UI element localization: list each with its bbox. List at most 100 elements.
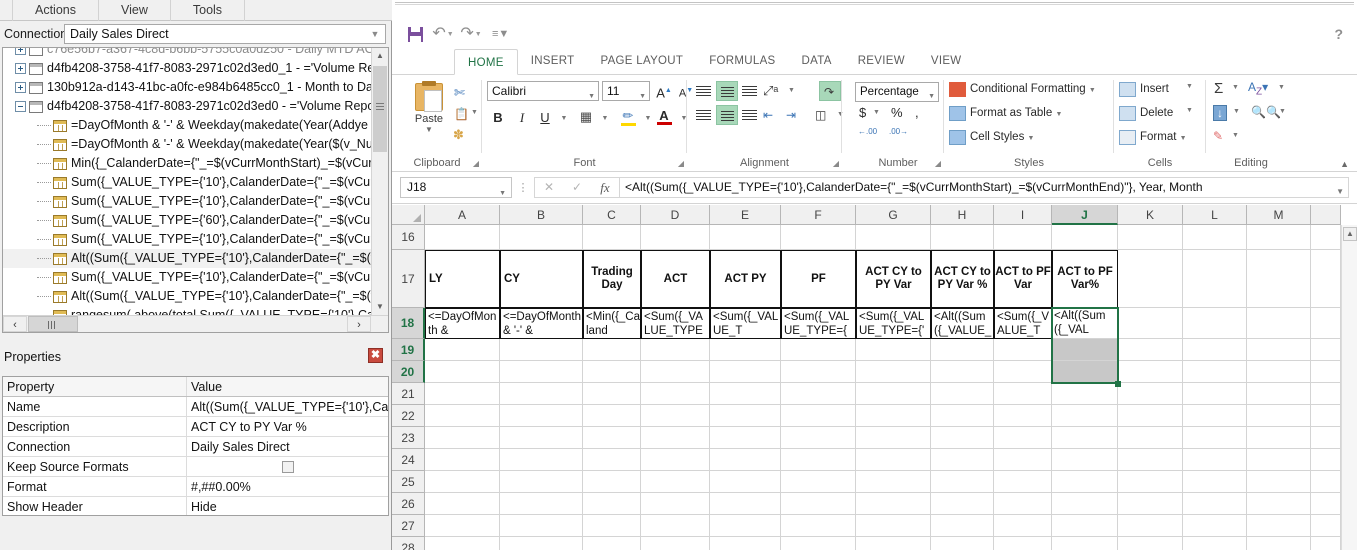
cell-d25[interactable] (641, 471, 710, 493)
cell-f27[interactable] (781, 515, 856, 537)
cell-n20[interactable] (1311, 361, 1341, 383)
cell-g21[interactable] (856, 383, 931, 405)
row-header-27[interactable]: 27 (392, 515, 425, 537)
autosum-icon[interactable]: Σ (1214, 80, 1223, 97)
align-right-button[interactable] (739, 105, 761, 125)
increase-font-size-button[interactable]: A▲ (653, 80, 675, 102)
format-painter-icon[interactable]: ✽ (453, 127, 464, 143)
property-value[interactable]: #,##0.00% (187, 477, 388, 496)
cell-h27[interactable] (931, 515, 994, 537)
cell-j18[interactable]: <Alt((Sum({_VAL (1052, 308, 1118, 339)
wrap-text-icon[interactable]: ↷ (819, 81, 841, 101)
chevron-down-icon[interactable]: ▼ (1089, 87, 1096, 94)
cell-e24[interactable] (710, 449, 781, 471)
tab-view[interactable]: VIEW (918, 48, 975, 74)
cell-b21[interactable] (500, 383, 583, 405)
cell-k17[interactable] (1118, 250, 1183, 308)
cell-g27[interactable] (856, 515, 931, 537)
cell-g16[interactable] (856, 225, 931, 250)
cell-j28[interactable] (1052, 537, 1118, 550)
cell-f20[interactable] (781, 361, 856, 383)
cell-i25[interactable] (994, 471, 1052, 493)
close-icon[interactable]: ✖ (368, 348, 383, 363)
chevron-down-icon[interactable]: ▼ (499, 184, 506, 203)
fill-down-icon[interactable]: ↓ (1213, 105, 1227, 121)
cell-k25[interactable] (1118, 471, 1183, 493)
row-header-21[interactable]: 21 (392, 383, 425, 405)
cell-b23[interactable] (500, 427, 583, 449)
scroll-down-icon[interactable]: ▼ (372, 299, 388, 315)
tree-item[interactable]: Sum({_VALUE_TYPE={'60'},CalanderDate={"_… (3, 211, 371, 230)
chevron-down-icon[interactable]: ▼ (1336, 182, 1344, 197)
cut-icon[interactable]: ✄ (454, 85, 465, 101)
cell-a26[interactable] (425, 493, 500, 515)
tree-horizontal-scrollbar[interactable]: ‹ › (3, 315, 388, 332)
menu-item-tools[interactable]: Tools (171, 0, 246, 21)
cell-c21[interactable] (583, 383, 641, 405)
confirm-icon[interactable]: ✓ (563, 178, 591, 197)
font-size-input[interactable]: 11 ▼ (602, 81, 650, 101)
chevron-down-icon[interactable]: ▼ (873, 109, 880, 116)
cell-f26[interactable] (781, 493, 856, 515)
cell-d27[interactable] (641, 515, 710, 537)
row-header-25[interactable]: 25 (392, 471, 425, 493)
tab-data[interactable]: DATA (789, 48, 845, 74)
cell-j27[interactable] (1052, 515, 1118, 537)
cell-a28[interactable] (425, 537, 500, 550)
cell-b17[interactable]: CY (500, 250, 583, 308)
cell-m17[interactable] (1247, 250, 1311, 308)
cell-f18[interactable]: <Sum({_VALUE_TYPE={ (781, 308, 856, 339)
cell-h28[interactable] (931, 537, 994, 550)
connection-select[interactable]: Daily Sales Direct ▼ (64, 24, 386, 44)
currency-format-button[interactable]: $ (859, 105, 866, 120)
cell-b20[interactable] (500, 361, 583, 383)
cell-h22[interactable] (931, 405, 994, 427)
increase-indent-icon[interactable]: ⇥ (786, 105, 808, 125)
tab-formulas[interactable]: FORMULAS (696, 48, 788, 74)
tree-item[interactable]: c76e56b7-a367-4c8d-b6bb-5755c0a0d250 - D… (3, 48, 371, 59)
scrollbar-thumb[interactable] (373, 66, 387, 152)
cell-k23[interactable] (1118, 427, 1183, 449)
cell-j17[interactable]: ACT to PF Var% (1052, 250, 1118, 308)
cell-f25[interactable] (781, 471, 856, 493)
chevron-down-icon[interactable]: ▼ (788, 83, 810, 103)
cell-h26[interactable] (931, 493, 994, 515)
number-format-select[interactable]: Percentage ▼ (855, 82, 939, 102)
chevron-down-icon[interactable]: ▼ (1278, 84, 1285, 91)
align-middle-button[interactable] (716, 81, 738, 101)
column-header-e[interactable]: E (710, 205, 781, 225)
cell-b18[interactable]: <=DayOfMonth & '-' & (500, 308, 583, 339)
cell-k27[interactable] (1118, 515, 1183, 537)
cell-d20[interactable] (641, 361, 710, 383)
tree-item[interactable]: Sum({_VALUE_TYPE={'10'},CalanderDate={"_… (3, 230, 371, 249)
decrease-indent-icon[interactable]: ⇤ (763, 105, 785, 125)
cell-n18[interactable] (1311, 308, 1341, 339)
tree-item[interactable]: 130b912a-d143-41bc-a0fc-e984b6485cc0_1 -… (3, 78, 371, 97)
tab-home[interactable]: HOME (454, 49, 518, 75)
cell-i28[interactable] (994, 537, 1052, 550)
cell-b16[interactable] (500, 225, 583, 250)
cell-d24[interactable] (641, 449, 710, 471)
cell-l23[interactable] (1183, 427, 1247, 449)
chevron-down-icon[interactable]: ▼ (588, 88, 595, 106)
row-header-28[interactable]: 28 (392, 537, 425, 550)
formula-input[interactable]: <Alt((Sum({_VALUE_TYPE={'10'},CalanderDa… (619, 177, 1349, 198)
cell-b28[interactable] (500, 537, 583, 550)
cell-c23[interactable] (583, 427, 641, 449)
cell-m28[interactable] (1247, 537, 1311, 550)
cell-i27[interactable] (994, 515, 1052, 537)
cell-g20[interactable] (856, 361, 931, 383)
cell-l19[interactable] (1183, 339, 1247, 361)
chevron-down-icon[interactable]: ▼ (1232, 84, 1239, 91)
cell-g18[interactable]: <Sum({_VALUE_TYPE={' (856, 308, 931, 339)
cell-m16[interactable] (1247, 225, 1311, 250)
cell-f21[interactable] (781, 383, 856, 405)
cell-e22[interactable] (710, 405, 781, 427)
property-row-description[interactable]: Description ACT CY to PY Var % (3, 417, 388, 437)
cell-d28[interactable] (641, 537, 710, 550)
font-dialog-launcher[interactable]: ◢ (678, 159, 684, 168)
cell-i26[interactable] (994, 493, 1052, 515)
column-header-n[interactable] (1311, 205, 1341, 225)
cell-c24[interactable] (583, 449, 641, 471)
expression-tree[interactable]: c76e56b7-a367-4c8d-b6bb-5755c0a0d250 - D… (2, 47, 389, 333)
